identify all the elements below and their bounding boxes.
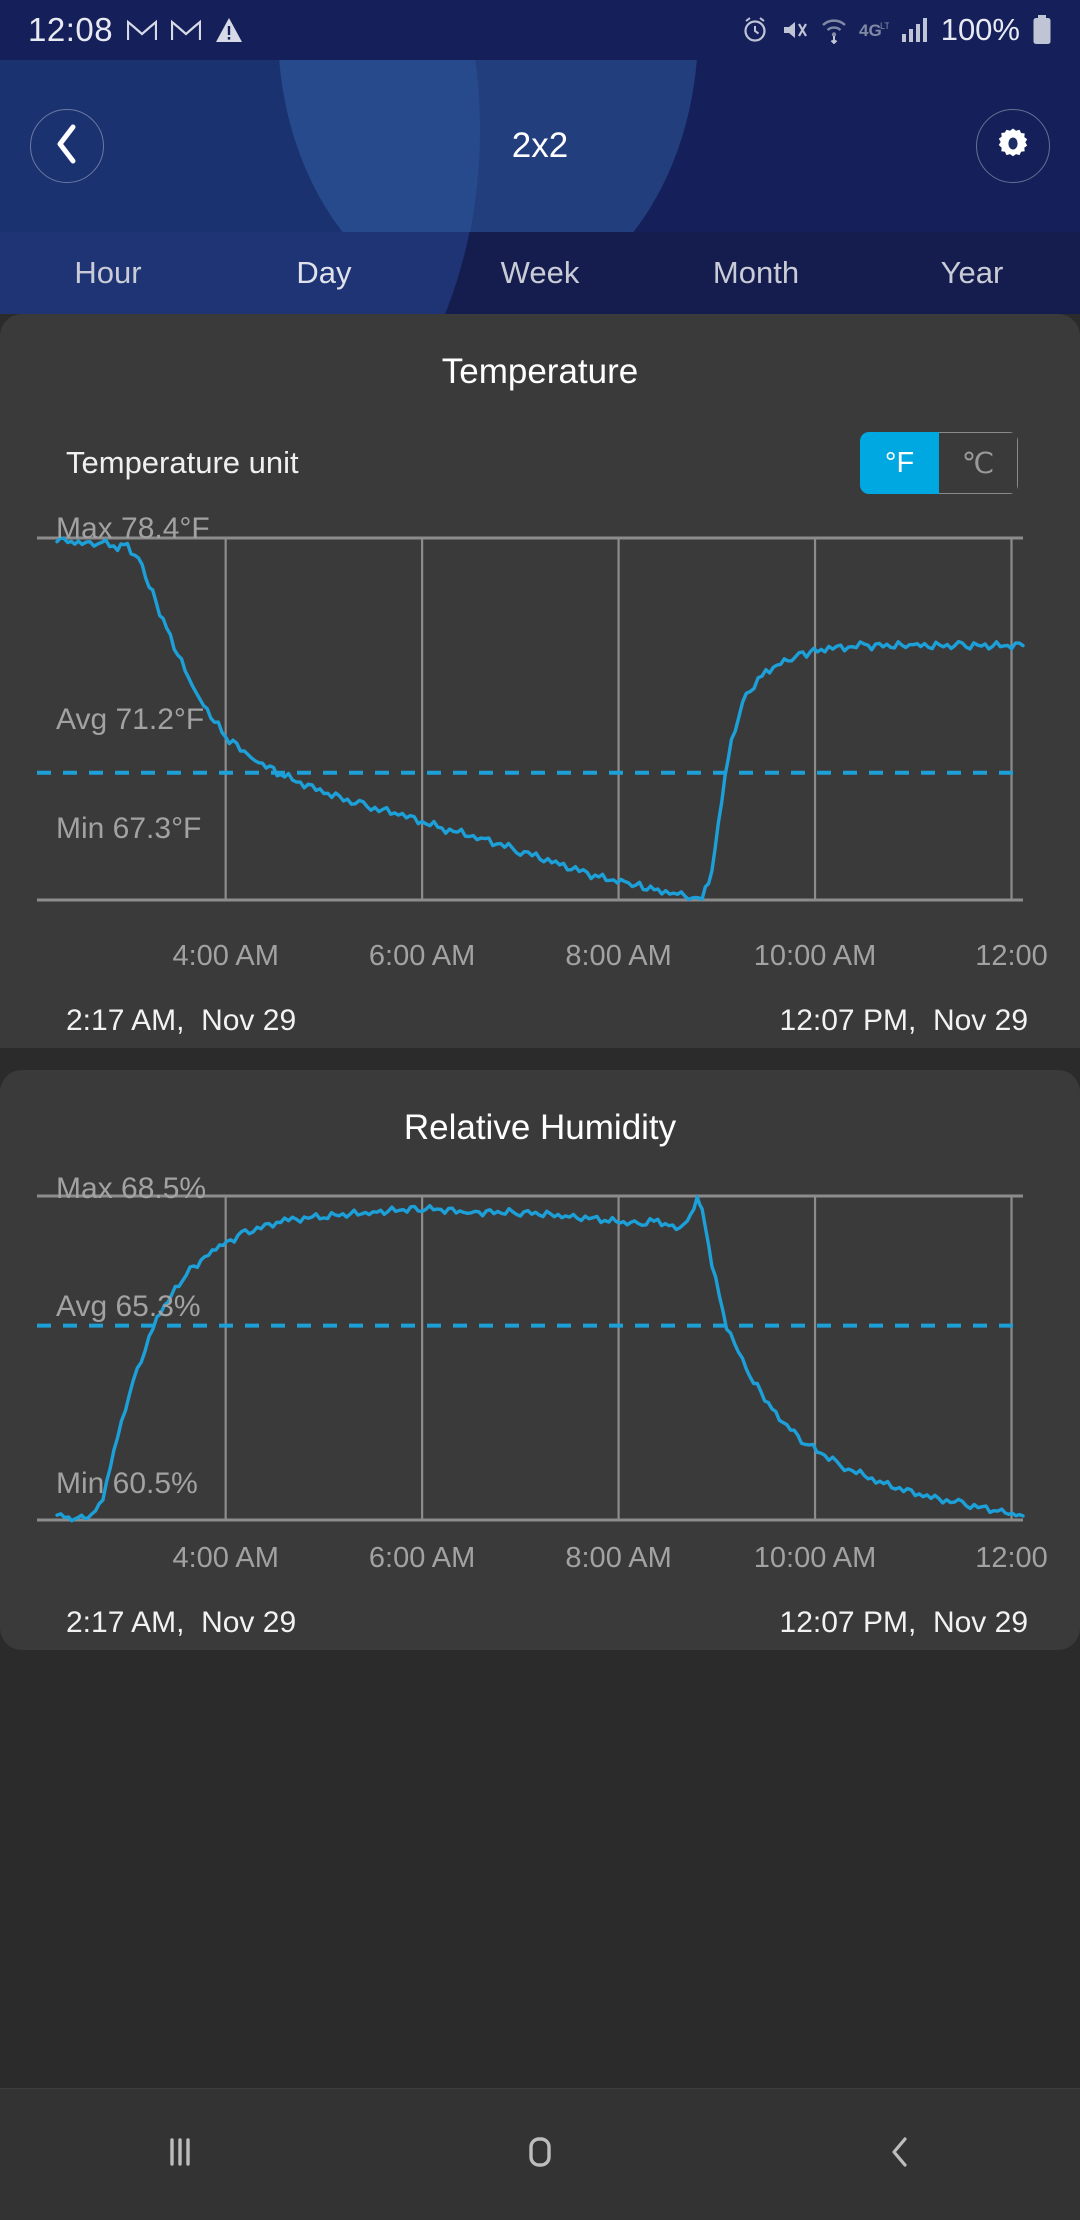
temperature-card: Temperature Temperature unit °F ℃ Max 78… [0, 314, 1080, 1048]
gear-icon [993, 124, 1033, 169]
alarm-icon [741, 16, 769, 44]
status-bar: 12:08 4GLTE 100% [0, 0, 1080, 60]
battery-icon [1032, 15, 1052, 45]
temperature-unit-toggle[interactable]: °F ℃ [860, 432, 1018, 494]
page-title: 2x2 [511, 126, 569, 165]
android-nav-bar [0, 2088, 1080, 2220]
unit-option-celsius[interactable]: ℃ [939, 432, 1018, 494]
status-bar-right: 4GLTE 100% [741, 12, 1052, 48]
humidity-card-title: Relative Humidity [403, 1108, 677, 1147]
temperature-unit-row: Temperature unit °F ℃ [0, 392, 1080, 494]
tab-label: Month [712, 255, 800, 290]
tab-year[interactable]: Year [864, 232, 1080, 314]
tab-day[interactable]: Day [216, 232, 432, 314]
tab-label: Year [940, 255, 1004, 290]
settings-button[interactable] [976, 109, 1050, 183]
humidity-chart-svg [37, 1194, 1025, 1523]
warning-triangle-icon [215, 17, 243, 43]
tab-label: Week [500, 255, 580, 290]
axis-tick-label: 10:00 AM [753, 1542, 877, 1574]
mute-icon [781, 16, 809, 44]
temperature-range-end: 12:07 PM, Nov 29 [779, 1004, 1028, 1037]
gmail-icon [171, 18, 202, 42]
temperature-unit-label: Temperature unit [66, 445, 299, 480]
battery-percent-label: 100% [940, 12, 1020, 47]
axis-tick-label: 6:00 AM [368, 1542, 476, 1574]
status-bar-left: 12:08 [28, 11, 243, 49]
tab-label: Day [296, 255, 352, 290]
recents-icon [157, 2129, 203, 2180]
tab-week[interactable]: Week [432, 232, 648, 314]
temperature-x-axis: 4:00 AM 6:00 AM 8:00 AM 10:00 AM 12:00 [0, 940, 1080, 988]
axis-tick-label: 4:00 AM [172, 1542, 279, 1574]
temperature-chart-svg [37, 536, 1025, 902]
svg-text:LTE: LTE [880, 21, 889, 31]
humidity-chart[interactable]: Max 68.5% Avg 65.3% Min 60.5% [0, 1172, 1080, 1542]
gmail-icon [127, 18, 158, 42]
axis-tick-label: 8:00 AM [565, 1542, 672, 1574]
axis-tick-label: 4:00 AM [172, 940, 279, 972]
back-button[interactable] [30, 109, 104, 183]
4g-icon: 4GLTE [859, 19, 889, 41]
temperature-range-start: 2:17 AM, Nov 29 [66, 1004, 297, 1037]
axis-tick-label: 6:00 AM [368, 940, 476, 972]
humidity-x-axis: 4:00 AM 6:00 AM 8:00 AM 10:00 AM 12:00 [0, 1542, 1080, 1590]
tab-month[interactable]: Month [648, 232, 864, 314]
unit-option-fahrenheit[interactable]: °F [860, 432, 939, 494]
temperature-chart[interactable]: Max 78.4°F Avg 71.2°F Min 67.3°F [0, 512, 1080, 940]
time-range-tabs: Hour Day Week Month Year [0, 232, 1080, 314]
svg-text:4G: 4G [859, 21, 882, 40]
tab-label: Hour [74, 255, 142, 290]
content-area: Temperature Temperature unit °F ℃ Max 78… [0, 314, 1080, 1650]
home-icon [517, 2129, 563, 2180]
axis-tick-label: 12:00 [975, 1542, 1048, 1574]
axis-tick-label: 8:00 AM [565, 940, 672, 972]
humidity-range-end: 12:07 PM, Nov 29 [779, 1606, 1028, 1639]
wifi-icon [821, 16, 847, 44]
humidity-range-row: 2:17 AM, Nov 29 12:07 PM, Nov 29 [0, 1590, 1080, 1640]
back-button-nav[interactable] [720, 2129, 1080, 2180]
humidity-range-start: 2:17 AM, Nov 29 [66, 1606, 297, 1639]
home-button[interactable] [360, 2129, 720, 2180]
status-bar-clock: 12:08 [28, 11, 114, 48]
back-chevron-icon [877, 2129, 923, 2180]
tab-hour[interactable]: Hour [0, 232, 216, 314]
recents-button[interactable] [0, 2129, 360, 2180]
chevron-left-icon [54, 124, 80, 169]
temperature-range-row: 2:17 AM, Nov 29 12:07 PM, Nov 29 [0, 988, 1080, 1038]
axis-tick-label: 12:00 [975, 940, 1048, 972]
humidity-card: Relative Humidity Max 68.5% Avg 65.3% Mi… [0, 1070, 1080, 1650]
signal-icon [901, 17, 929, 43]
app-header: 2x2 [0, 60, 1080, 232]
axis-tick-label: 10:00 AM [753, 940, 877, 972]
temperature-card-title: Temperature [441, 352, 639, 391]
